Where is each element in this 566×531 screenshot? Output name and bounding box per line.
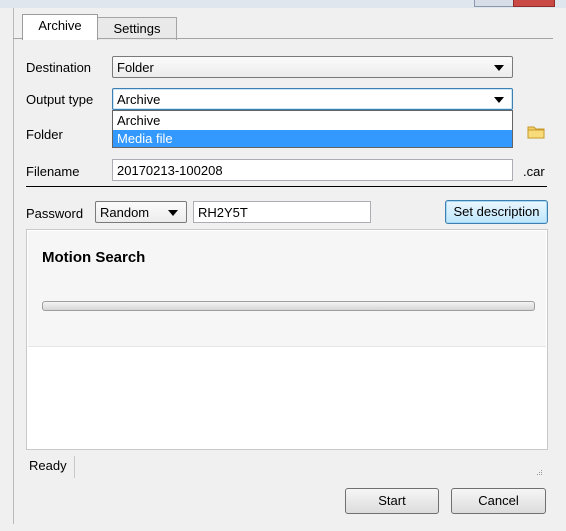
- dropdown-option-archive[interactable]: Archive: [113, 112, 512, 129]
- export-dialog: Archive Settings Destination Folder Outp…: [0, 0, 566, 531]
- status-text: Ready: [29, 458, 67, 473]
- output-type-value: Archive: [117, 92, 161, 107]
- password-mode-value: Random: [100, 205, 150, 220]
- destination-select[interactable]: Folder: [112, 56, 513, 78]
- task-panel-header: Motion Search: [28, 231, 546, 347]
- chevron-down-icon: [494, 65, 504, 71]
- password-value: RH2Y5T: [198, 205, 248, 220]
- close-window-button[interactable]: [513, 0, 555, 7]
- file-extension: .car: [523, 164, 545, 179]
- start-button[interactable]: Start: [345, 488, 439, 514]
- output-type-dropdown: Archive Media file: [112, 110, 513, 148]
- set-description-button[interactable]: Set description: [445, 200, 548, 224]
- start-label: Start: [378, 493, 406, 508]
- chevron-down-icon: [168, 210, 178, 216]
- destination-label: Destination: [26, 60, 92, 75]
- tab-archive-label: Archive: [38, 18, 82, 33]
- dropdown-option-media-file[interactable]: Media file: [113, 130, 512, 147]
- filename-input[interactable]: 20170213-100208: [112, 159, 513, 181]
- cancel-label: Cancel: [478, 493, 519, 508]
- folder-label: Folder: [26, 127, 63, 142]
- status-divider: [74, 456, 75, 478]
- tab-archive[interactable]: Archive: [22, 14, 98, 40]
- task-panel: Motion Search: [26, 229, 548, 450]
- destination-value: Folder: [117, 60, 154, 75]
- chevron-down-icon: [494, 97, 504, 103]
- tab-settings-label: Settings: [113, 21, 161, 36]
- cancel-button[interactable]: Cancel: [451, 488, 546, 514]
- set-description-label: Set description: [453, 204, 540, 219]
- password-label: Password: [26, 206, 84, 221]
- output-type-select[interactable]: Archive: [112, 88, 513, 110]
- section-divider: [26, 186, 547, 187]
- maximize-button[interactable]: [474, 0, 514, 7]
- folder-icon[interactable]: [527, 125, 545, 139]
- task-title: Motion Search: [42, 249, 146, 266]
- tab-settings[interactable]: Settings: [97, 17, 177, 40]
- output-type-label: Output type: [26, 92, 94, 107]
- password-mode-select[interactable]: Random: [95, 201, 187, 223]
- task-progress-bar: [42, 301, 535, 311]
- password-input[interactable]: RH2Y5T: [193, 201, 371, 223]
- filename-label: Filename: [26, 164, 80, 179]
- resize-grip-icon[interactable]: [535, 468, 543, 476]
- filename-value: 20170213-100208: [117, 163, 223, 178]
